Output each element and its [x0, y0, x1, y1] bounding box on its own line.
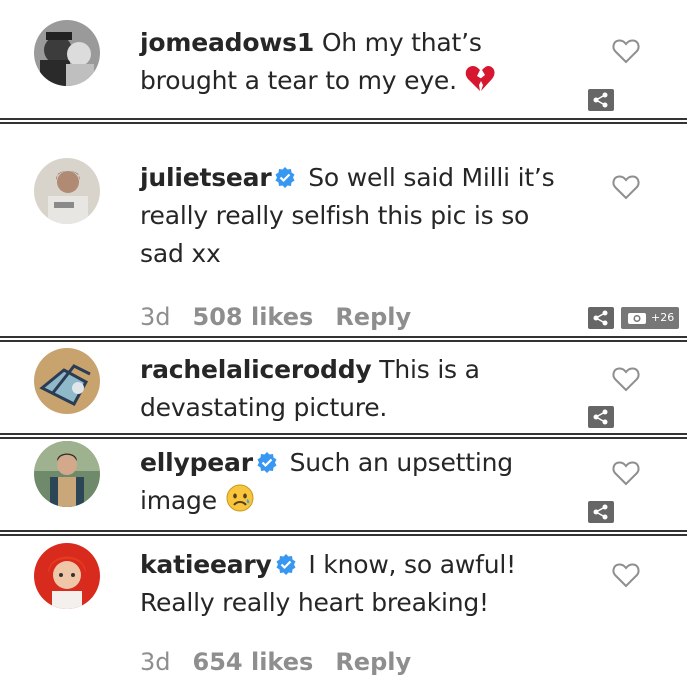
likes-count[interactable]: 654 likes [193, 648, 314, 676]
avatar[interactable] [34, 348, 100, 414]
username[interactable]: julietsear [140, 163, 272, 192]
divider [0, 530, 687, 537]
photo-count-badge[interactable]: +26 [621, 307, 679, 329]
username[interactable]: jomeadows1 [140, 28, 314, 57]
share-icon[interactable] [588, 406, 614, 428]
verified-badge-icon [256, 446, 278, 473]
divider [0, 118, 687, 125]
comment-text-block: jomeadows1 Oh my that’s brought a tear t… [140, 24, 580, 104]
comment-text-block: ellypear Such an upsetting image [140, 444, 580, 524]
username[interactable]: katieeary [140, 550, 272, 579]
photo-count: +26 [651, 311, 675, 324]
username[interactable]: rachelaliceroddy [140, 355, 372, 384]
heart-icon[interactable] [612, 366, 640, 392]
broken-heart-icon [465, 65, 495, 104]
avatar[interactable] [34, 20, 100, 86]
comment-text-block: rachelaliceroddy This is a devastating p… [140, 351, 580, 427]
verified-badge-icon [275, 548, 297, 575]
heart-icon[interactable] [612, 460, 640, 486]
divider [0, 433, 687, 440]
heart-icon[interactable] [612, 174, 640, 200]
sad-face-icon [225, 483, 255, 524]
comment-meta: 3d 654 likes Reply [140, 648, 433, 676]
comment-meta: 3d 508 likes Reply [140, 303, 433, 331]
avatar[interactable] [34, 543, 100, 609]
comment-age: 3d [140, 648, 171, 676]
comment-text-block: julietsear So well said Milli it’s reall… [140, 159, 580, 273]
likes-count[interactable]: 508 likes [193, 303, 314, 331]
share-icon[interactable] [588, 307, 614, 329]
comment-age: 3d [140, 303, 171, 331]
heart-icon[interactable] [612, 38, 640, 64]
avatar[interactable] [34, 441, 100, 507]
comment-text-block: katieeary I know, so awful! Really reall… [140, 546, 580, 622]
verified-badge-icon [274, 161, 296, 188]
divider [0, 336, 687, 343]
heart-icon[interactable] [612, 562, 640, 588]
share-icon[interactable] [588, 89, 614, 111]
username[interactable]: ellypear [140, 448, 253, 477]
avatar[interactable] [34, 158, 100, 224]
reply-link[interactable]: Reply [335, 303, 411, 331]
share-icon[interactable] [588, 501, 614, 523]
reply-link[interactable]: Reply [335, 648, 411, 676]
